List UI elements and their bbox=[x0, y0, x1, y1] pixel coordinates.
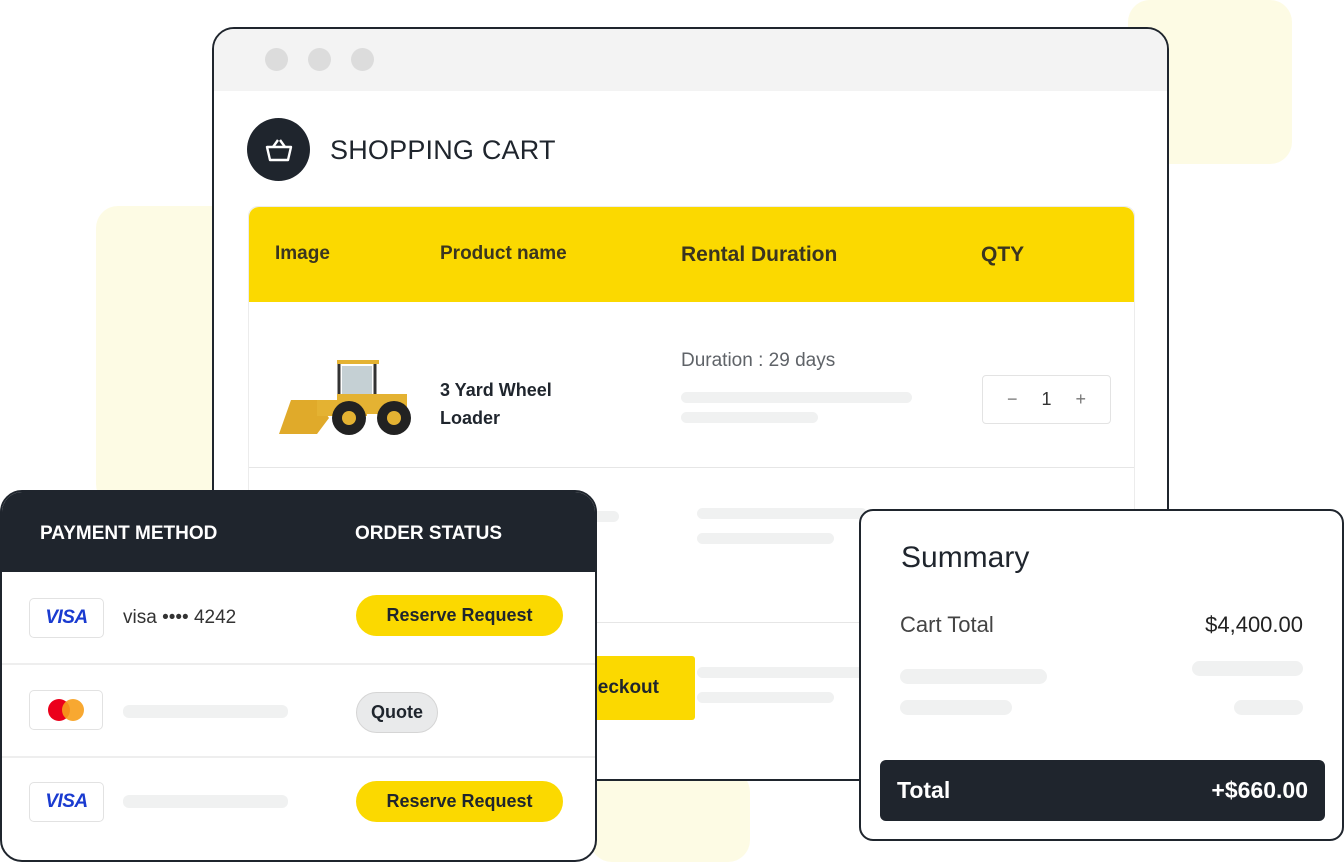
skeleton-line bbox=[697, 667, 867, 678]
col-qty: QTY bbox=[981, 243, 1025, 266]
quantity-stepper[interactable]: − 1 + bbox=[982, 375, 1111, 424]
total-value: +$660.00 bbox=[1211, 777, 1308, 803]
page-title: SHOPPING CART bbox=[330, 135, 556, 165]
table-header: Image Product name Rental Duration QTY bbox=[249, 207, 1134, 302]
payment-row: Quote bbox=[2, 663, 595, 756]
card-number: visa •••• 4242 bbox=[123, 607, 237, 628]
skeleton-line bbox=[697, 508, 867, 519]
decor-block bbox=[590, 770, 750, 862]
skeleton-line bbox=[681, 392, 912, 403]
col-product-name: Product name bbox=[440, 243, 567, 264]
skeleton-line bbox=[900, 700, 1012, 715]
total-bar: Total +$660.00 bbox=[880, 760, 1325, 821]
wheel-loader-image bbox=[279, 360, 411, 435]
rental-duration: Duration : 29 days bbox=[681, 350, 836, 371]
payment-method-heading: PAYMENT METHOD bbox=[40, 523, 218, 544]
order-status-heading: ORDER STATUS bbox=[355, 523, 503, 544]
skeleton-line bbox=[900, 669, 1047, 684]
cart-total-value: $4,400.00 bbox=[1205, 612, 1303, 637]
visa-logo: VISA bbox=[45, 791, 88, 812]
window-dot[interactable] bbox=[308, 48, 331, 71]
window-titlebar bbox=[214, 29, 1167, 91]
visa-icon: VISA bbox=[29, 782, 104, 822]
window-dot[interactable] bbox=[351, 48, 374, 71]
payment-row: VISA visa •••• 4242 Reserve Request bbox=[2, 572, 595, 663]
visa-icon: VISA bbox=[29, 598, 104, 638]
status-badge[interactable]: Reserve Request bbox=[356, 781, 563, 822]
payment-card: PAYMENT METHOD ORDER STATUS VISA visa ••… bbox=[0, 490, 597, 862]
plus-icon[interactable]: + bbox=[1075, 389, 1086, 410]
payment-header: PAYMENT METHOD ORDER STATUS bbox=[2, 492, 595, 572]
quantity-value: 1 bbox=[1041, 389, 1052, 409]
visa-logo: VISA bbox=[45, 607, 88, 628]
status-badge[interactable]: Reserve Request bbox=[356, 595, 563, 636]
product-name-line: Loader bbox=[440, 408, 501, 428]
summary-card: Summary Cart Total $4,400.00 Total +$660… bbox=[859, 509, 1344, 841]
skeleton-line bbox=[123, 795, 288, 808]
product-name-line: 3 Yard Wheel bbox=[440, 380, 552, 400]
total-label: Total bbox=[897, 777, 951, 803]
skeleton-line bbox=[697, 692, 834, 703]
cart-total-label: Cart Total bbox=[900, 612, 994, 637]
basket-icon bbox=[247, 118, 310, 181]
skeleton-line bbox=[1234, 700, 1303, 715]
mastercard-icon bbox=[29, 690, 103, 730]
table-row: 3 Yard Wheel Loader Duration : 29 days −… bbox=[249, 302, 1134, 467]
col-rental-duration: Rental Duration bbox=[681, 243, 838, 266]
summary-title: Summary bbox=[901, 541, 1030, 574]
window-dot[interactable] bbox=[265, 48, 288, 71]
skeleton-line bbox=[681, 412, 818, 423]
minus-icon[interactable]: − bbox=[1007, 389, 1018, 410]
col-image: Image bbox=[275, 243, 330, 264]
skeleton-line bbox=[1192, 661, 1303, 676]
skeleton-line bbox=[697, 533, 834, 544]
skeleton-line bbox=[123, 705, 288, 718]
status-badge[interactable]: Quote bbox=[356, 692, 438, 733]
product-name[interactable]: 3 Yard Wheel Loader bbox=[440, 376, 552, 432]
payment-row: VISA Reserve Request bbox=[2, 756, 595, 860]
